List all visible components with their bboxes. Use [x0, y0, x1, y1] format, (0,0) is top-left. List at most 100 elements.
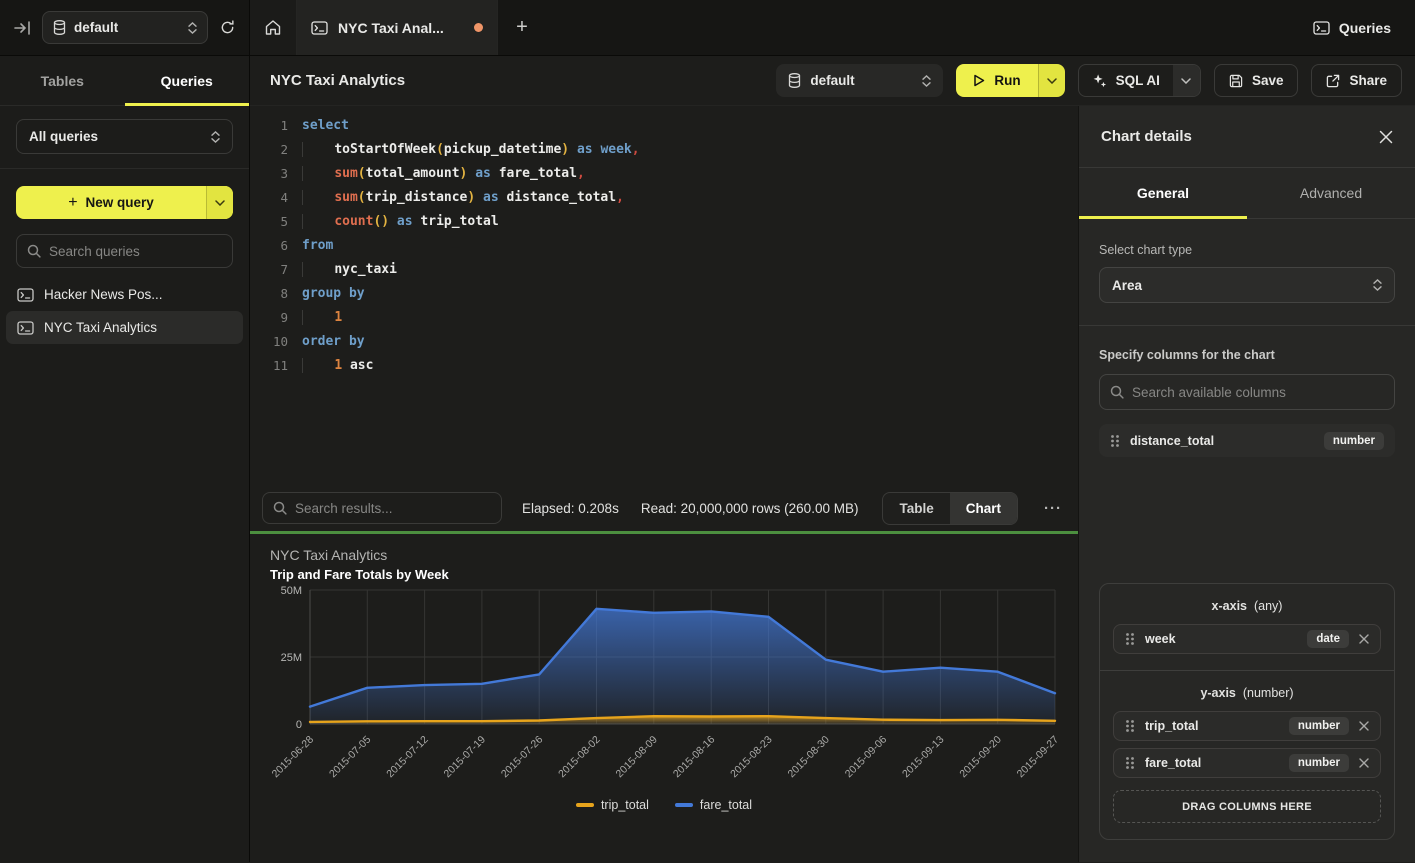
svg-text:2015-07-19: 2015-07-19 — [442, 734, 489, 781]
svg-text:2015-08-16: 2015-08-16 — [671, 734, 718, 781]
collapse-sidebar-icon[interactable] — [14, 21, 30, 35]
topbar-database-select[interactable]: default — [42, 11, 208, 44]
line-number: 4 — [258, 186, 288, 210]
legend-item-trip_total[interactable]: trip_total — [576, 798, 649, 812]
column-chip-trip_total[interactable]: trip_totalnumber — [1113, 711, 1381, 741]
remove-column-icon[interactable] — [1359, 758, 1369, 768]
code-text: 1 — [302, 306, 342, 330]
query-search-input[interactable] — [49, 244, 226, 259]
drag-handle-icon[interactable] — [1110, 434, 1120, 448]
line-number: 1 — [258, 114, 288, 138]
svg-text:2015-07-05: 2015-07-05 — [327, 734, 374, 781]
divider — [1079, 325, 1415, 326]
sidebar-tab-tables[interactable]: Tables — [0, 56, 125, 105]
sql-editor[interactable]: 1select2 toStartOfWeek(pickup_datetime) … — [250, 106, 1078, 485]
chart-type-label: Select chart type — [1099, 243, 1395, 257]
workspace: NYC Taxi Analytics default Run — [250, 56, 1415, 862]
query-item-label: NYC Taxi Analytics — [44, 320, 157, 335]
sidebar-tabs: Tables Queries — [0, 56, 249, 106]
run-options-caret[interactable] — [1038, 64, 1065, 97]
svg-text:2015-09-06: 2015-09-06 — [843, 734, 890, 781]
legend-item-fare_total[interactable]: fare_total — [675, 798, 752, 812]
drag-handle-icon[interactable] — [1125, 719, 1135, 733]
query-filter-select[interactable]: All queries — [16, 119, 233, 154]
share-label: Share — [1349, 73, 1387, 88]
divider — [0, 168, 249, 169]
database-icon — [788, 73, 801, 88]
top-bar: default NYC Taxi Anal... + Queries — [0, 0, 1415, 56]
x-axis-hint: (any) — [1254, 599, 1282, 613]
x-axis-title: x-axis — [1212, 599, 1247, 613]
database-icon — [53, 20, 66, 35]
more-options-button[interactable]: ··· — [1040, 500, 1066, 517]
code-text: 1 asc — [302, 354, 373, 378]
results-search[interactable] — [262, 492, 502, 524]
drag-handle-icon[interactable] — [1125, 756, 1135, 770]
chevron-updown-icon — [1373, 279, 1382, 291]
column-name: fare_total — [1145, 756, 1279, 770]
results-toolbar: Elapsed: 0.208s Read: 20,000,000 rows (2… — [250, 485, 1078, 531]
view-toggle-chart[interactable]: Chart — [950, 493, 1017, 524]
panel-title: Chart details — [1101, 128, 1192, 145]
query-filter-value: All queries — [29, 129, 98, 144]
column-chip-fare_total[interactable]: fare_totalnumber — [1113, 748, 1381, 778]
y-axis-items: trip_totalnumberfare_totalnumber — [1113, 711, 1381, 778]
editor-line: 3 sum(total_amount) as fare_total, — [258, 162, 1078, 186]
svg-text:2015-07-26: 2015-07-26 — [499, 734, 546, 781]
sql-ai-caret[interactable] — [1173, 65, 1200, 96]
tab-general[interactable]: General — [1079, 168, 1247, 218]
remove-column-icon[interactable] — [1359, 634, 1369, 644]
tab-nyc-taxi-analytics[interactable]: NYC Taxi Anal... — [297, 0, 498, 55]
column-type-badge: date — [1307, 630, 1349, 648]
home-icon — [265, 20, 281, 35]
run-button[interactable]: Run — [956, 64, 1064, 97]
sidebar: Tables Queries All queries + New query — [0, 56, 250, 862]
sidebar-tab-queries[interactable]: Queries — [125, 56, 250, 105]
line-number: 8 — [258, 282, 288, 306]
new-query-caret[interactable] — [206, 186, 233, 219]
columns-search[interactable] — [1099, 374, 1395, 410]
legend-swatch — [576, 803, 594, 807]
refresh-icon[interactable] — [220, 20, 235, 35]
axes-config: x-axis (any) weekdate y-axis (number) tr… — [1099, 583, 1395, 840]
drop-zone[interactable]: DRAG COLUMNS HERE — [1113, 790, 1381, 823]
tab-home[interactable] — [250, 0, 297, 55]
sql-ai-button[interactable]: SQL AI — [1078, 64, 1201, 97]
area-chart[interactable]: 025M50M2015-06-282015-07-052015-07-12201… — [270, 584, 1058, 796]
remove-column-icon[interactable] — [1359, 721, 1369, 731]
chart-type-value: Area — [1112, 278, 1373, 293]
panel-body: Select chart type Area Specify columns f… — [1079, 219, 1415, 862]
share-button[interactable]: Share — [1311, 64, 1402, 97]
svg-text:2015-09-13: 2015-09-13 — [900, 734, 947, 781]
sidebar-query-item[interactable]: NYC Taxi Analytics — [6, 311, 243, 344]
sparkle-icon — [1092, 73, 1107, 88]
new-query-button[interactable]: + New query — [16, 186, 233, 219]
legend-label: fare_total — [700, 798, 752, 812]
new-tab-button[interactable]: + — [498, 0, 546, 55]
column-chip-week[interactable]: weekdate — [1113, 624, 1381, 654]
column-name: distance_total — [1130, 434, 1314, 448]
drag-handle-icon[interactable] — [1125, 632, 1135, 646]
column-chip-distance_total[interactable]: distance_total number — [1099, 424, 1395, 457]
editor-line: 8group by — [258, 282, 1078, 306]
column-type-badge: number — [1324, 432, 1384, 450]
columns-search-input[interactable] — [1132, 385, 1384, 400]
header-database-select[interactable]: default — [776, 64, 943, 97]
save-button[interactable]: Save — [1214, 64, 1299, 97]
chart-type-select[interactable]: Area — [1099, 267, 1395, 303]
search-icon — [27, 244, 41, 258]
queries-shortcut[interactable]: Queries — [1289, 0, 1415, 55]
chevron-updown-icon — [211, 131, 220, 143]
editor-line: 4 sum(trip_distance) as distance_total, — [258, 186, 1078, 210]
code-text: count() as trip_total — [302, 210, 499, 234]
view-toggle-table[interactable]: Table — [883, 493, 949, 524]
line-number: 9 — [258, 306, 288, 330]
column-type-badge: number — [1289, 717, 1349, 735]
code-text: from — [302, 234, 333, 258]
sidebar-query-item[interactable]: Hacker News Pos... — [6, 278, 243, 311]
y-axis-hint: (number) — [1243, 686, 1294, 700]
close-icon[interactable] — [1379, 130, 1393, 144]
tab-advanced[interactable]: Advanced — [1247, 168, 1415, 218]
query-search[interactable] — [16, 234, 233, 268]
results-search-input[interactable] — [295, 501, 491, 516]
